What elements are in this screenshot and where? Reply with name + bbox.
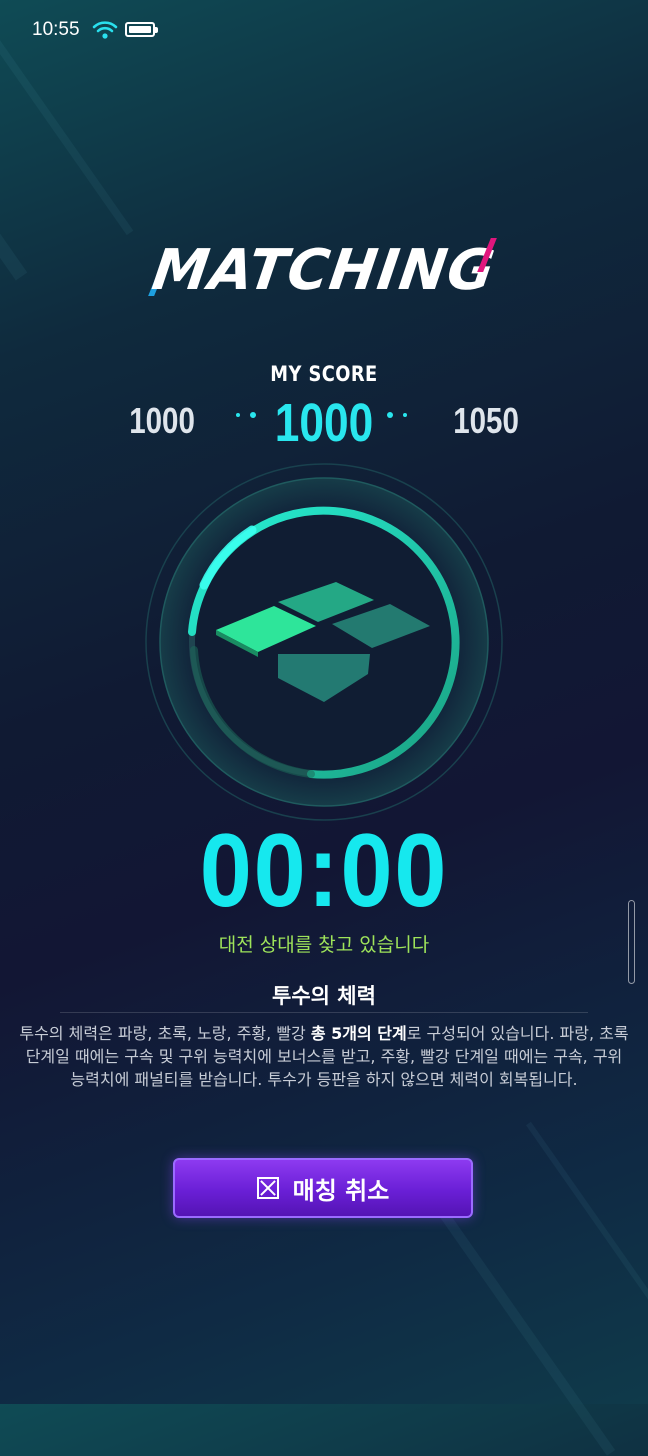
- close-box-icon: [256, 1177, 279, 1199]
- tip-title: 투수의 체력: [272, 984, 376, 1008]
- status-time: 10:55: [32, 19, 80, 40]
- divider: [60, 1012, 588, 1013]
- score-range-high: 1050: [453, 400, 519, 441]
- cancel-matching-button[interactable]: 매칭 취소: [173, 1158, 473, 1218]
- tip-body: 투수의 체력은 파랑, 초록, 노랑, 주황, 빨강 총 5개의 단계로 구성되…: [18, 1022, 630, 1091]
- title-container: MATCHING: [0, 238, 648, 303]
- page-title: MATCHING: [148, 238, 500, 303]
- searching-message: 대전 상대를 찾고 있습니다: [218, 934, 430, 956]
- match-timer: 00:00: [199, 813, 449, 929]
- wifi-icon: [92, 21, 118, 39]
- cancel-matching-label: 매칭 취소: [292, 1176, 390, 1205]
- matching-spinner: [142, 460, 506, 824]
- background-streak: [434, 1204, 616, 1456]
- my-score-label: MY SCORE: [270, 362, 378, 386]
- background-streak: [525, 1121, 648, 1339]
- status-bar: 10:55: [0, 0, 648, 62]
- scrollbar[interactable]: [628, 900, 635, 984]
- score-range: 1000 1000 1050: [0, 392, 648, 453]
- dots-right-icon: [387, 412, 417, 418]
- battery-icon: [125, 22, 158, 37]
- tip-body-highlight: 총 5개의 단계: [310, 1024, 407, 1043]
- tip-body-prefix: 투수의 체력은 파랑, 초록, 노랑, 주황, 빨강: [19, 1024, 311, 1043]
